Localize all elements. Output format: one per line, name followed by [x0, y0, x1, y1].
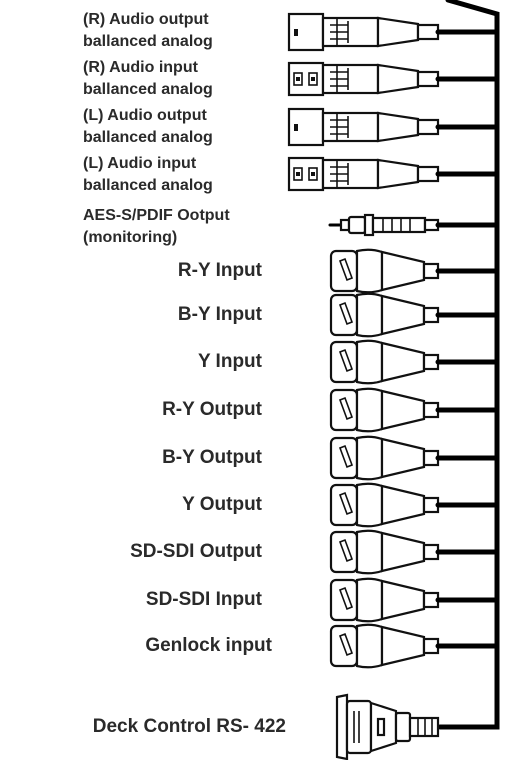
- xlr-female-connector: [287, 61, 500, 97]
- dsub-connector: [335, 693, 440, 760]
- bnc-connector: [329, 387, 500, 433]
- label-by-input: B-Y Input: [177, 304, 262, 325]
- label-aes-output: AES-S/PDIF Ootput (monitoring): [83, 205, 230, 249]
- label-line: (R) Audio output: [83, 11, 209, 28]
- label-y-input: Y Input: [197, 351, 262, 372]
- label-sdi-output: SD-SDI Output: [130, 541, 262, 562]
- bnc-connector: [329, 623, 500, 669]
- label-line: ballanced analog: [83, 33, 213, 50]
- bnc-connector: [329, 482, 500, 528]
- bnc-connector: [329, 248, 500, 294]
- label-y-output: Y Output: [182, 494, 262, 515]
- xlr-male-connector: [287, 107, 500, 147]
- xlr-female-connector: [287, 156, 500, 192]
- xlr-male-connector: [287, 12, 500, 52]
- label-ry-input: R-Y Input: [177, 260, 262, 281]
- bnc-connector: [329, 577, 500, 623]
- label-r-audio-input: (R) Audio input ballanced analog: [83, 57, 213, 101]
- label-line: AES-S/PDIF Ootput: [83, 207, 230, 224]
- label-genlock-input: Genlock input: [145, 635, 272, 656]
- label-ry-output: R-Y Output: [162, 399, 262, 420]
- label-by-output: B-Y Output: [162, 447, 262, 468]
- label-line: ballanced analog: [83, 177, 213, 194]
- bnc-connector: [329, 339, 500, 385]
- label-line: ballanced analog: [83, 81, 213, 98]
- bnc-connector: [329, 529, 500, 575]
- label-l-audio-input: (L) Audio input ballanced analog: [83, 153, 213, 197]
- label-deck-control: Deck Control RS- 422: [92, 716, 286, 737]
- bnc-connector: [329, 435, 500, 481]
- label-sdi-input: SD-SDI Input: [145, 589, 262, 610]
- label-line: (monitoring): [83, 229, 178, 246]
- bnc-connector: [329, 292, 500, 338]
- label-line: (L) Audio output: [83, 107, 207, 124]
- label-line: (R) Audio input: [83, 59, 198, 76]
- label-line: ballanced analog: [83, 129, 213, 146]
- label-r-audio-output: (R) Audio output ballanced analog: [83, 9, 213, 53]
- rca-connector: [328, 213, 500, 237]
- label-l-audio-output: (L) Audio output ballanced analog: [83, 105, 213, 149]
- label-line: (L) Audio input: [83, 155, 197, 172]
